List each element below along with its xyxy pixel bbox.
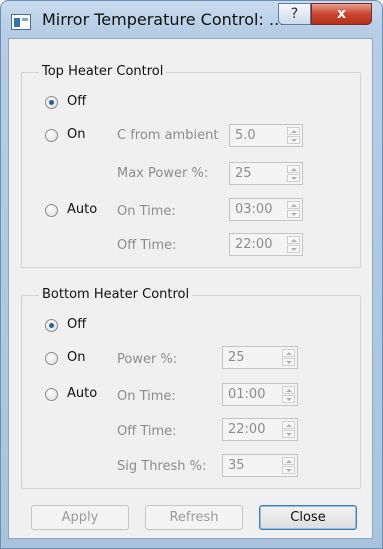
top-on-time-label: On Time: <box>117 204 176 219</box>
apply-button[interactable]: Apply <box>31 505 129 530</box>
bottom-sig-thresh-value: 35 <box>228 458 245 473</box>
spin-up-icon[interactable] <box>287 236 300 244</box>
spin-up-icon[interactable] <box>287 165 300 173</box>
bottom-sig-thresh-label: Sig Thresh %: <box>117 459 207 474</box>
spin-down-icon[interactable] <box>287 245 300 253</box>
bottom-off-time-label: Off Time: <box>117 424 177 439</box>
spin-up-icon[interactable] <box>282 421 295 429</box>
spin-arrows <box>282 386 295 403</box>
bottom-on-label[interactable]: On <box>67 350 85 365</box>
spin-up-icon[interactable] <box>282 386 295 394</box>
close-button[interactable]: Close <box>259 505 357 530</box>
top-on-radio[interactable] <box>45 129 58 142</box>
top-on-time-value: 03:00 <box>235 202 273 217</box>
spin-down-icon[interactable] <box>282 395 295 403</box>
top-c-from-ambient-label: C from ambient <box>117 128 219 143</box>
spin-arrows <box>282 349 295 366</box>
top-auto-label[interactable]: Auto <box>67 202 97 217</box>
bottom-power-label: Power %: <box>117 352 178 367</box>
app-window-icon <box>11 14 31 30</box>
spin-down-icon[interactable] <box>282 430 295 438</box>
bottom-on-time-label: On Time: <box>117 389 176 404</box>
spin-up-icon[interactable] <box>287 127 300 135</box>
bottom-off-label[interactable]: Off <box>67 317 86 332</box>
top-off-time-spinbox[interactable]: 22:00 <box>229 233 303 256</box>
top-max-power-value: 25 <box>235 166 252 181</box>
spin-down-icon[interactable] <box>287 174 300 182</box>
title-bar[interactable]: Mirror Temperature Control: ... ? x <box>1 1 382 39</box>
bottom-on-radio[interactable] <box>45 352 58 365</box>
help-button[interactable]: ? <box>278 3 311 25</box>
bottom-sig-thresh-spinbox[interactable]: 35 <box>222 454 298 477</box>
spin-arrows <box>287 127 300 144</box>
bottom-auto-label[interactable]: Auto <box>67 386 97 401</box>
top-c-from-ambient-spinbox[interactable]: 5.0 <box>229 124 303 147</box>
spin-down-icon[interactable] <box>282 466 295 474</box>
window-close-button[interactable]: x <box>311 3 372 25</box>
bottom-auto-radio[interactable] <box>45 388 58 401</box>
spin-arrows <box>282 421 295 438</box>
spin-up-icon[interactable] <box>282 349 295 357</box>
spin-up-icon[interactable] <box>287 201 300 209</box>
spin-arrows <box>287 236 300 253</box>
top-off-time-label: Off Time: <box>117 238 177 253</box>
top-on-time-spinbox[interactable]: 03:00 <box>229 198 303 221</box>
top-heater-group-title: Top Heater Control <box>39 64 167 79</box>
top-off-radio[interactable] <box>45 96 58 109</box>
top-max-power-label: Max Power %: <box>117 166 209 181</box>
spin-down-icon[interactable] <box>287 210 300 218</box>
bottom-off-time-spinbox[interactable]: 22:00 <box>222 418 298 441</box>
spin-arrows <box>287 165 300 182</box>
top-on-label[interactable]: On <box>67 127 85 142</box>
bottom-heater-group-title: Bottom Heater Control <box>39 287 193 302</box>
bottom-power-spinbox[interactable]: 25 <box>222 346 298 369</box>
spin-down-icon[interactable] <box>282 358 295 366</box>
spin-arrows <box>287 201 300 218</box>
top-auto-radio[interactable] <box>45 204 58 217</box>
bottom-off-time-value: 22:00 <box>228 422 266 437</box>
window-title: Mirror Temperature Control: ... <box>42 10 285 29</box>
spin-arrows <box>282 457 295 474</box>
spin-down-icon[interactable] <box>287 136 300 144</box>
spin-up-icon[interactable] <box>282 457 295 465</box>
top-off-label[interactable]: Off <box>67 94 86 109</box>
top-off-time-value: 22:00 <box>235 237 273 252</box>
top-max-power-spinbox[interactable]: 25 <box>229 162 303 185</box>
bottom-power-value: 25 <box>228 350 245 365</box>
bottom-off-radio[interactable] <box>45 319 58 332</box>
bottom-on-time-value: 01:00 <box>228 387 266 402</box>
bottom-on-time-spinbox[interactable]: 01:00 <box>222 383 298 406</box>
refresh-button[interactable]: Refresh <box>145 505 243 530</box>
top-c-from-ambient-value: 5.0 <box>235 128 256 143</box>
